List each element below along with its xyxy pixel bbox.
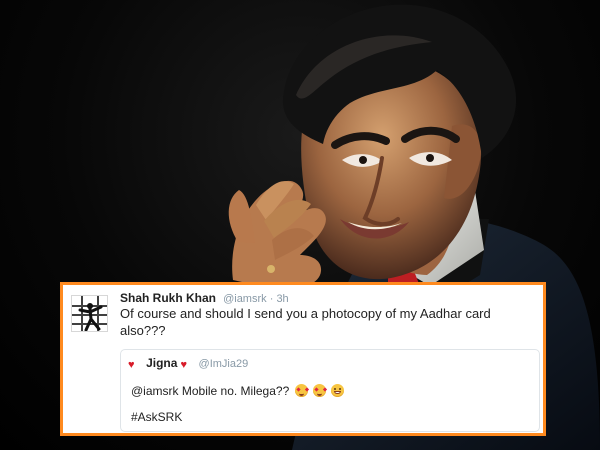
quoted-tweet-text: @iamsrk Mobile no. Milega??	[131, 384, 290, 398]
heart-eyes-icon	[294, 384, 308, 397]
ring-icon	[267, 265, 275, 273]
quoted-author-name[interactable]: Jigna	[146, 356, 177, 370]
red-heart-icon: ♥	[128, 359, 135, 371]
tweet-separator: ·	[269, 293, 274, 305]
laugh-icon	[331, 384, 345, 397]
quoted-author-handle[interactable]: @ImJia29	[199, 358, 249, 370]
author-name[interactable]: Shah Rukh Khan	[120, 291, 216, 305]
tweet-time[interactable]: 3h	[276, 293, 288, 305]
right-pupil	[359, 156, 367, 164]
red-heart-icon: ♥	[180, 359, 187, 371]
profile-avatar[interactable]	[71, 295, 108, 332]
dancer-avatar-icon	[72, 296, 107, 331]
left-pupil	[426, 154, 434, 162]
quoted-tweet-text-row: @iamsrk Mobile no. Milega??	[131, 384, 345, 398]
quoted-tweet-header: ♥ Jigna ♥ @ImJia29	[128, 357, 248, 371]
screenshot-canvas: Shah Rukh Khan @iamsrk · 3h Of course an…	[0, 0, 600, 450]
tweet-header: Shah Rukh Khan @iamsrk · 3h	[120, 292, 289, 306]
author-handle[interactable]: @iamsrk	[223, 293, 267, 305]
hashtag-link[interactable]: #AskSRK	[131, 410, 182, 424]
quoted-tweet-card[interactable]: ♥ Jigna ♥ @ImJia29 @iamsrk Mobile no. Mi…	[120, 349, 540, 432]
tweet-card[interactable]: Shah Rukh Khan @iamsrk · 3h Of course an…	[60, 282, 546, 436]
tweet-text: Of course and should I send you a photoc…	[120, 306, 491, 338]
heart-eyes-icon	[312, 384, 326, 397]
